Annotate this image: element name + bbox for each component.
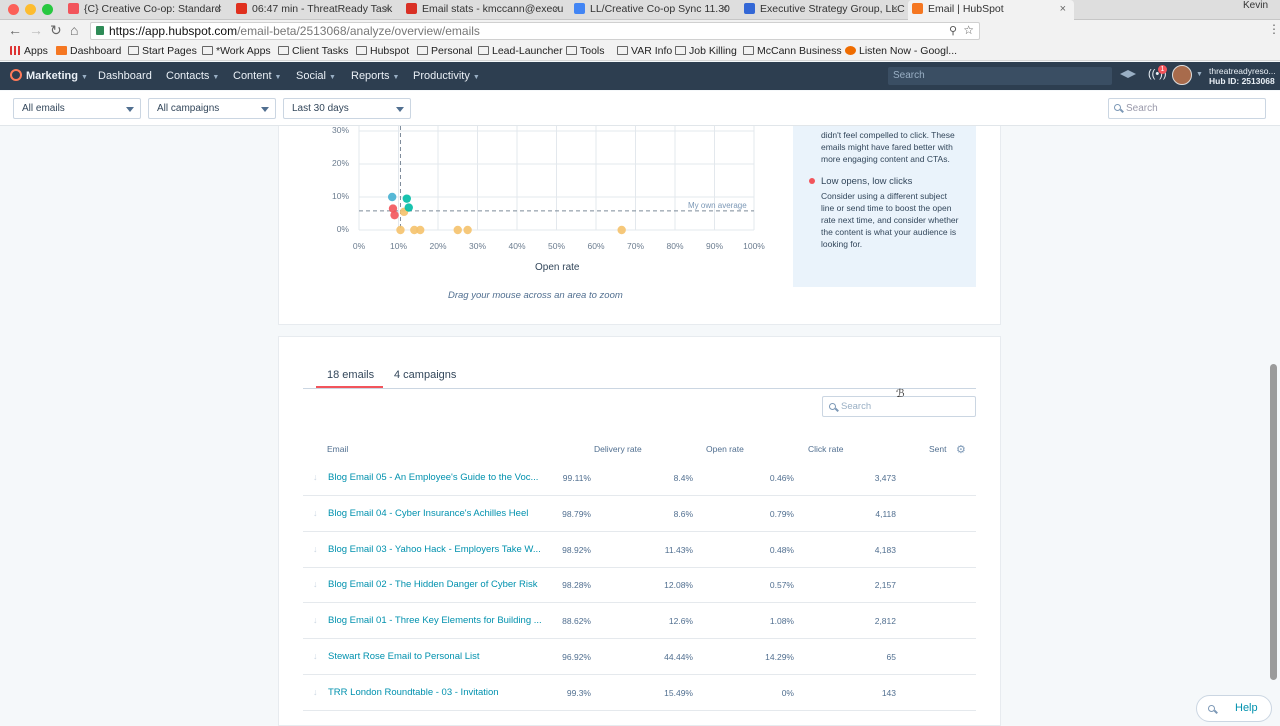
- open-rate-value: 8.6%: [673, 508, 693, 519]
- x-tick-label: 80%: [666, 241, 684, 251]
- chart-explanation-panel: didn't feel compelled to click. These em…: [793, 126, 976, 287]
- x-tick-label: 70%: [626, 241, 644, 251]
- table-row[interactable]: ↓ TRR London Roundtable - 03 - Invitation…: [303, 675, 976, 711]
- x-axis-title: Open rate: [535, 262, 580, 273]
- scatter-point[interactable]: [396, 225, 405, 235]
- tab-campaigns[interactable]: 4 campaigns: [394, 369, 456, 381]
- sent-count-value: 4,118: [875, 508, 896, 519]
- open-rate-value: 11.43%: [664, 544, 693, 555]
- tab-emails[interactable]: 18 emails: [327, 369, 374, 381]
- download-icon[interactable]: ↓: [313, 544, 318, 554]
- scatter-point[interactable]: [416, 225, 425, 235]
- header-email[interactable]: Email: [327, 444, 348, 454]
- x-tick-label: 90%: [705, 241, 723, 251]
- x-tick-label: 10%: [389, 241, 407, 251]
- sent-count-value: 65: [886, 652, 896, 662]
- download-icon[interactable]: ↓: [313, 651, 318, 661]
- email-name-link[interactable]: Blog Email 05 - An Employee's Guide to t…: [328, 472, 538, 483]
- page-scrollbar[interactable]: [1270, 364, 1277, 680]
- header-delivery-rate[interactable]: Delivery rate: [594, 444, 642, 454]
- click-rate-value: 0.48%: [769, 544, 794, 555]
- table-search-placeholder: Search: [841, 401, 872, 412]
- delivery-rate-value: 98.28%: [562, 580, 591, 591]
- sent-count-value: 2,812: [874, 616, 896, 627]
- email-name-link[interactable]: Blog Email 04 - Cyber Insurance's Achill…: [328, 508, 528, 519]
- delivery-rate-value: 98.92%: [562, 544, 591, 555]
- download-icon[interactable]: ↓: [313, 615, 318, 625]
- click-rate-value: 0.79%: [769, 508, 794, 519]
- delivery-rate-value: 99.11%: [562, 473, 591, 483]
- tabs-divider: [303, 388, 976, 389]
- download-icon[interactable]: ↓: [313, 472, 318, 482]
- low-opens-description: Consider using a different subject line …: [821, 191, 959, 249]
- open-click-scatter-chart[interactable]: [0, 0, 1280, 330]
- click-rate-value: 14.29%: [765, 652, 794, 662]
- x-tick-label: 30%: [468, 241, 486, 251]
- table-row[interactable]: ↓ Blog Email 01 - Three Key Elements for …: [303, 603, 976, 640]
- open-rate-value: 15.49%: [664, 687, 693, 698]
- x-tick-label: 20%: [429, 241, 447, 251]
- zoom-hint: Drag your mouse across an area to zoom: [448, 290, 623, 301]
- email-name-link[interactable]: Blog Email 03 - Yahoo Hack - Employers T…: [328, 544, 541, 555]
- header-sent[interactable]: Sent: [929, 444, 947, 454]
- scatter-point[interactable]: [404, 203, 413, 212]
- table-row[interactable]: ↓ Blog Email 03 - Yahoo Hack - Employers …: [303, 532, 976, 568]
- click-rate-value: 0.46%: [769, 473, 794, 483]
- sent-count-value: 143: [881, 687, 896, 698]
- y-tick-label: 20%: [331, 158, 349, 168]
- average-label: My own average: [688, 201, 747, 210]
- email-name-link[interactable]: Stewart Rose Email to Personal List: [328, 651, 480, 662]
- search-icon: [1208, 705, 1215, 712]
- y-tick-label: 10%: [331, 191, 349, 201]
- download-icon[interactable]: ↓: [313, 508, 318, 518]
- x-tick-label: 100%: [743, 241, 765, 251]
- delivery-rate-value: 98.79%: [562, 508, 591, 519]
- sent-count-value: 4,183: [874, 544, 896, 555]
- open-rate-value: 12.08%: [664, 580, 693, 591]
- open-rate-value: 12.6%: [668, 616, 693, 627]
- x-tick-label: 60%: [587, 241, 605, 251]
- delivery-rate-value: 99.3%: [566, 687, 591, 698]
- click-rate-value: 0%: [781, 687, 794, 698]
- sent-count-value: 3,473: [874, 473, 896, 483]
- click-rate-value: 1.08%: [769, 616, 794, 627]
- email-name-link[interactable]: Blog Email 02 - The Hidden Danger of Cyb…: [328, 579, 537, 590]
- header-open-rate[interactable]: Open rate: [706, 444, 744, 454]
- partial-explanation-text: didn't feel compelled to click. These em…: [821, 130, 955, 164]
- low-opens-dot: [809, 178, 815, 184]
- table-row[interactable]: ↓ Blog Email 02 - The Hidden Danger of Cy…: [303, 567, 976, 604]
- click-rate-value: 0.57%: [769, 580, 794, 591]
- sent-count-value: 2,157: [874, 580, 896, 591]
- x-tick-label: 0%: [352, 241, 366, 251]
- email-name-link[interactable]: TRR London Roundtable - 03 - Invitation: [328, 687, 499, 698]
- text-cursor-icon: ℬ: [896, 388, 905, 400]
- delivery-rate-value: 88.62%: [562, 616, 591, 627]
- x-tick-label: 50%: [547, 241, 565, 251]
- scatter-point[interactable]: [617, 225, 626, 235]
- open-rate-value: 44.44%: [664, 652, 693, 662]
- scatter-point[interactable]: [463, 225, 472, 235]
- low-opens-title: Low opens, low clicks: [821, 176, 913, 187]
- download-icon[interactable]: ↓: [313, 687, 318, 697]
- scatter-point[interactable]: [453, 225, 462, 235]
- search-icon: [829, 403, 836, 410]
- gear-icon[interactable]: ⚙: [956, 443, 966, 456]
- help-button[interactable]: Help: [1196, 695, 1272, 722]
- header-click-rate[interactable]: Click rate: [808, 444, 843, 454]
- email-name-link[interactable]: Blog Email 01 - Three Key Elements for B…: [328, 615, 542, 626]
- help-label: Help: [1235, 702, 1258, 714]
- scatter-point[interactable]: [387, 192, 397, 202]
- scatter-point[interactable]: [402, 194, 411, 203]
- table-row[interactable]: ↓ Blog Email 04 - Cyber Insurance's Achil…: [303, 496, 976, 532]
- download-icon[interactable]: ↓: [313, 579, 318, 589]
- scatter-point[interactable]: [390, 210, 399, 220]
- open-rate-value: 8.4%: [673, 473, 693, 483]
- delivery-rate-value: 96.92%: [562, 652, 591, 662]
- table-row[interactable]: ↓ Stewart Rose Email to Personal List 96.9…: [303, 639, 976, 675]
- table-row[interactable]: ↓ Blog Email 05 - An Employee's Guide to …: [303, 460, 976, 496]
- x-tick-label: 40%: [508, 241, 526, 251]
- y-tick-label: 0%: [336, 224, 349, 234]
- y-tick-label: 30%: [331, 125, 349, 135]
